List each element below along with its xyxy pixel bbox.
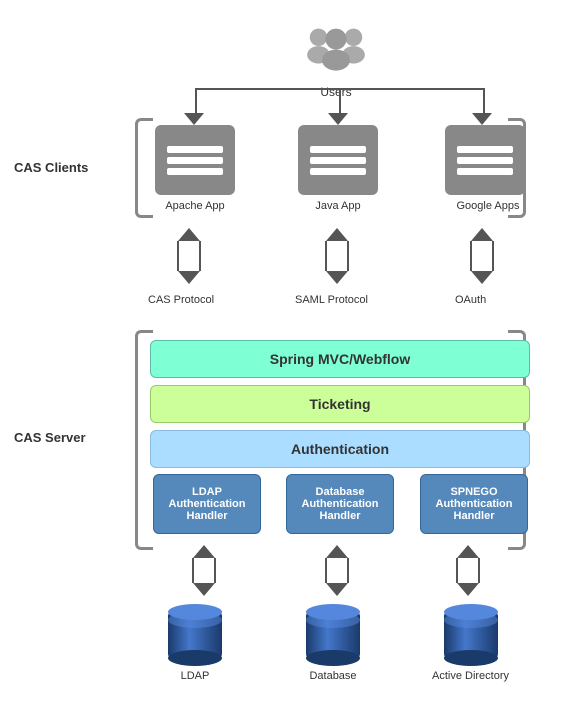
- diagram: Users CAS Clients Apache App Java App: [0, 0, 585, 728]
- db-handler-box: Database Authentication Handler: [286, 474, 394, 534]
- cas-protocol-label: CAS Protocol: [148, 294, 214, 306]
- database-label: Database: [309, 670, 356, 682]
- app-line-2: [167, 157, 223, 164]
- ldap-label: LDAP: [181, 670, 210, 682]
- app-line-3: [457, 168, 513, 175]
- spnego-handler-box: SPNEGO Authentication Handler: [420, 474, 528, 534]
- saml-protocol-label: SAML Protocol: [295, 294, 368, 306]
- google-apps-box: [445, 125, 525, 195]
- oauth-label: OAuth: [455, 294, 486, 306]
- ticketing-label: Ticketing: [309, 396, 370, 412]
- app-line-3: [167, 168, 223, 175]
- users-icon: [301, 20, 371, 80]
- java-app-box: [298, 125, 378, 195]
- oauth-arrow: [470, 228, 494, 284]
- spring-mvc-label: Spring MVC/Webflow: [270, 351, 411, 367]
- active-directory-cylinder: Active Directory: [432, 600, 509, 682]
- saml-protocol-arrow: [325, 228, 349, 284]
- db-handler-label: Database Authentication Handler: [302, 486, 379, 522]
- spring-mvc-box: Spring MVC/Webflow: [150, 340, 530, 378]
- authentication-box: Authentication: [150, 430, 530, 468]
- app-line-1: [310, 146, 366, 153]
- database-cylinder: Database: [298, 600, 368, 682]
- app-line-1: [167, 146, 223, 153]
- app-line-2: [457, 157, 513, 164]
- cas-clients-label: CAS Clients: [14, 160, 88, 175]
- apache-app-label: Apache App: [148, 200, 242, 212]
- ticketing-box: Ticketing: [150, 385, 530, 423]
- active-directory-label: Active Directory: [432, 670, 509, 682]
- ldap-arrow: [192, 545, 216, 596]
- cas-clients-top: [153, 118, 508, 120]
- app-line-1: [457, 146, 513, 153]
- horiz-line: [195, 88, 485, 90]
- db-handler-arrow: [325, 545, 349, 596]
- authentication-label: Authentication: [291, 441, 389, 457]
- java-app-label: Java App: [291, 200, 385, 212]
- spnego-arrow: [456, 545, 480, 596]
- app-line-3: [310, 168, 366, 175]
- google-apps-label: Google Apps: [438, 200, 538, 212]
- cas-server-label: CAS Server: [14, 430, 86, 445]
- app-line-2: [310, 157, 366, 164]
- cas-protocol-arrow: [177, 228, 201, 284]
- ldap-handler-label: LDAP Authentication Handler: [169, 486, 246, 522]
- ldap-handler-box: LDAP Authentication Handler: [153, 474, 261, 534]
- spnego-handler-label: SPNEGO Authentication Handler: [436, 486, 513, 522]
- ldap-cylinder: LDAP: [160, 600, 230, 682]
- apache-app-box: [155, 125, 235, 195]
- users-line: [339, 88, 341, 116]
